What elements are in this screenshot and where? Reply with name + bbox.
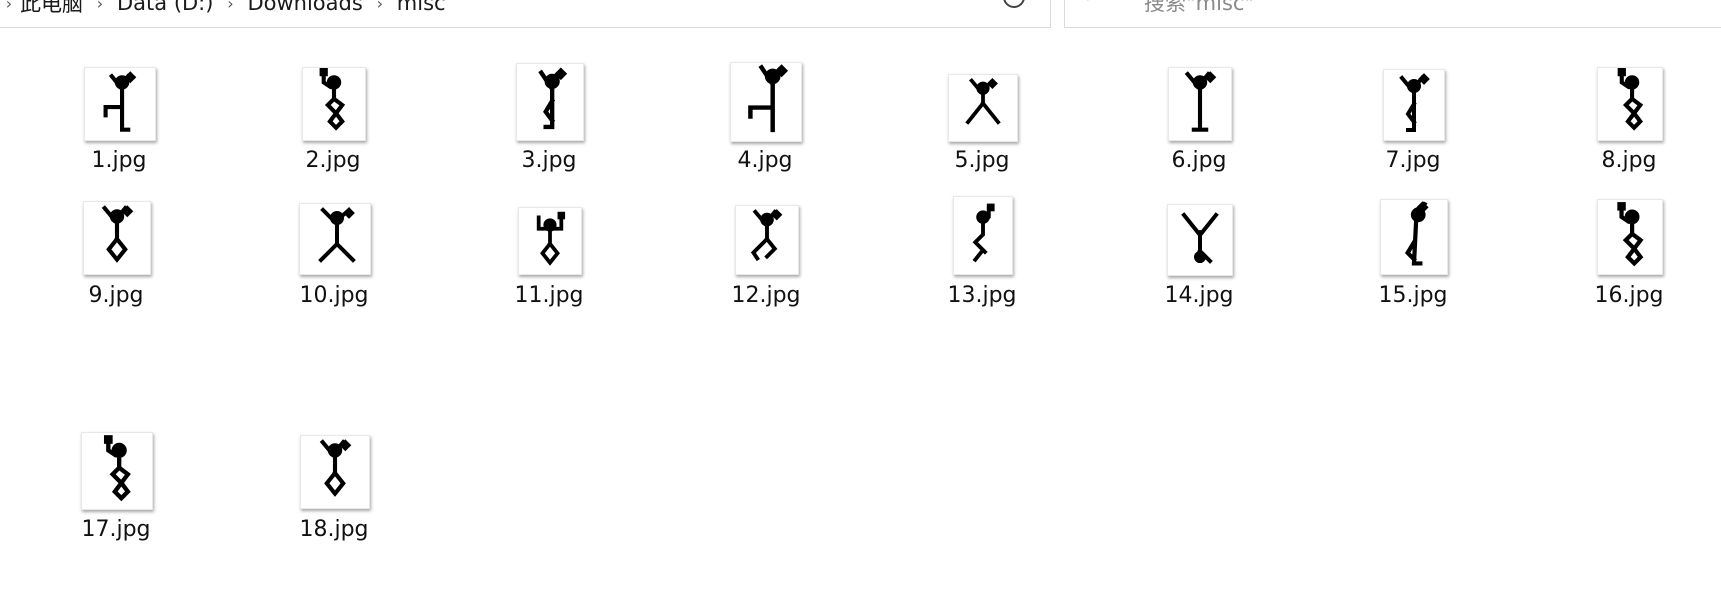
image-thumbnail-icon[interactable] bbox=[299, 203, 371, 275]
file-item[interactable]: 15.jpg bbox=[1333, 0, 1493, 308]
image-thumbnail-icon[interactable] bbox=[1168, 67, 1232, 141]
file-item[interactable]: 16.jpg bbox=[1549, 0, 1709, 308]
file-name-label[interactable]: 11.jpg bbox=[469, 283, 629, 308]
breadcrumb-data-drive[interactable]: Data (D:) bbox=[115, 0, 215, 15]
file-explorer-window: › 此电脑 › Data (D:) › Downloads › misc › 搜… bbox=[0, 0, 1721, 593]
image-thumbnail-icon[interactable] bbox=[1167, 204, 1233, 276]
search-chevron-icon: › bbox=[1086, 0, 1102, 7]
file-name-label[interactable]: 18.jpg bbox=[254, 517, 414, 542]
file-item[interactable]: 13.jpg bbox=[902, 0, 1062, 308]
file-name-label[interactable]: 17.jpg bbox=[36, 517, 196, 542]
breadcrumb-separator-icon[interactable]: › bbox=[85, 0, 115, 13]
file-item[interactable]: 12.jpg bbox=[686, 0, 846, 308]
file-name-label[interactable]: 1.jpg bbox=[39, 148, 199, 173]
image-thumbnail-icon[interactable] bbox=[1597, 67, 1663, 141]
file-item[interactable]: 14.jpg bbox=[1119, 0, 1279, 308]
image-thumbnail-icon[interactable] bbox=[81, 432, 153, 510]
breadcrumb-downloads[interactable]: Downloads bbox=[245, 0, 364, 15]
breadcrumb-this-pc[interactable]: 此电脑 bbox=[18, 0, 85, 18]
file-item[interactable]: 17.jpg bbox=[36, 0, 196, 542]
image-thumbnail-icon[interactable] bbox=[516, 63, 584, 141]
file-name-label[interactable]: 15.jpg bbox=[1333, 283, 1493, 308]
file-name-label[interactable]: 14.jpg bbox=[1119, 283, 1279, 308]
file-name-label[interactable]: 13.jpg bbox=[902, 283, 1062, 308]
file-name-label[interactable]: 10.jpg bbox=[254, 283, 414, 308]
breadcrumb-misc[interactable]: misc bbox=[395, 0, 448, 15]
file-name-label[interactable]: 7.jpg bbox=[1333, 148, 1493, 173]
file-name-label[interactable]: 2.jpg bbox=[253, 148, 413, 173]
breadcrumb-separator-icon[interactable]: › bbox=[365, 0, 395, 13]
file-name-label[interactable]: 3.jpg bbox=[469, 148, 629, 173]
breadcrumb-chevron-icon[interactable]: › bbox=[0, 0, 18, 13]
file-name-label[interactable]: 5.jpg bbox=[902, 148, 1062, 173]
image-thumbnail-icon[interactable] bbox=[953, 196, 1013, 275]
image-thumbnail-icon[interactable] bbox=[1597, 199, 1663, 275]
image-thumbnail-icon[interactable] bbox=[300, 435, 370, 509]
image-thumbnail-icon[interactable] bbox=[518, 207, 582, 275]
image-thumbnail-icon[interactable] bbox=[84, 67, 156, 141]
file-name-label[interactable]: 6.jpg bbox=[1119, 148, 1279, 173]
file-name-label[interactable]: 8.jpg bbox=[1549, 148, 1709, 173]
file-item[interactable]: 18.jpg bbox=[254, 0, 414, 542]
toolbar: › 此电脑 › Data (D:) › Downloads › misc › 搜… bbox=[0, 0, 1721, 30]
image-thumbnail-icon[interactable] bbox=[730, 62, 802, 142]
file-item[interactable]: 11.jpg bbox=[469, 0, 629, 308]
file-name-label[interactable]: 9.jpg bbox=[36, 283, 196, 308]
file-name-label[interactable]: 4.jpg bbox=[685, 148, 845, 173]
breadcrumb-separator-icon[interactable]: › bbox=[215, 0, 245, 13]
image-thumbnail-icon[interactable] bbox=[83, 201, 151, 275]
file-name-label[interactable]: 16.jpg bbox=[1549, 283, 1709, 308]
search-placeholder: 搜索"misc" bbox=[1144, 0, 1255, 15]
image-thumbnail-icon[interactable] bbox=[302, 67, 366, 141]
breadcrumb: › 此电脑 › Data (D:) › Downloads › misc bbox=[0, 0, 448, 18]
file-name-label[interactable]: 12.jpg bbox=[686, 283, 846, 308]
image-thumbnail-icon[interactable] bbox=[1383, 69, 1445, 141]
image-thumbnail-icon[interactable] bbox=[735, 205, 799, 275]
image-thumbnail-icon[interactable] bbox=[1380, 199, 1448, 275]
image-thumbnail-icon[interactable] bbox=[948, 74, 1018, 142]
